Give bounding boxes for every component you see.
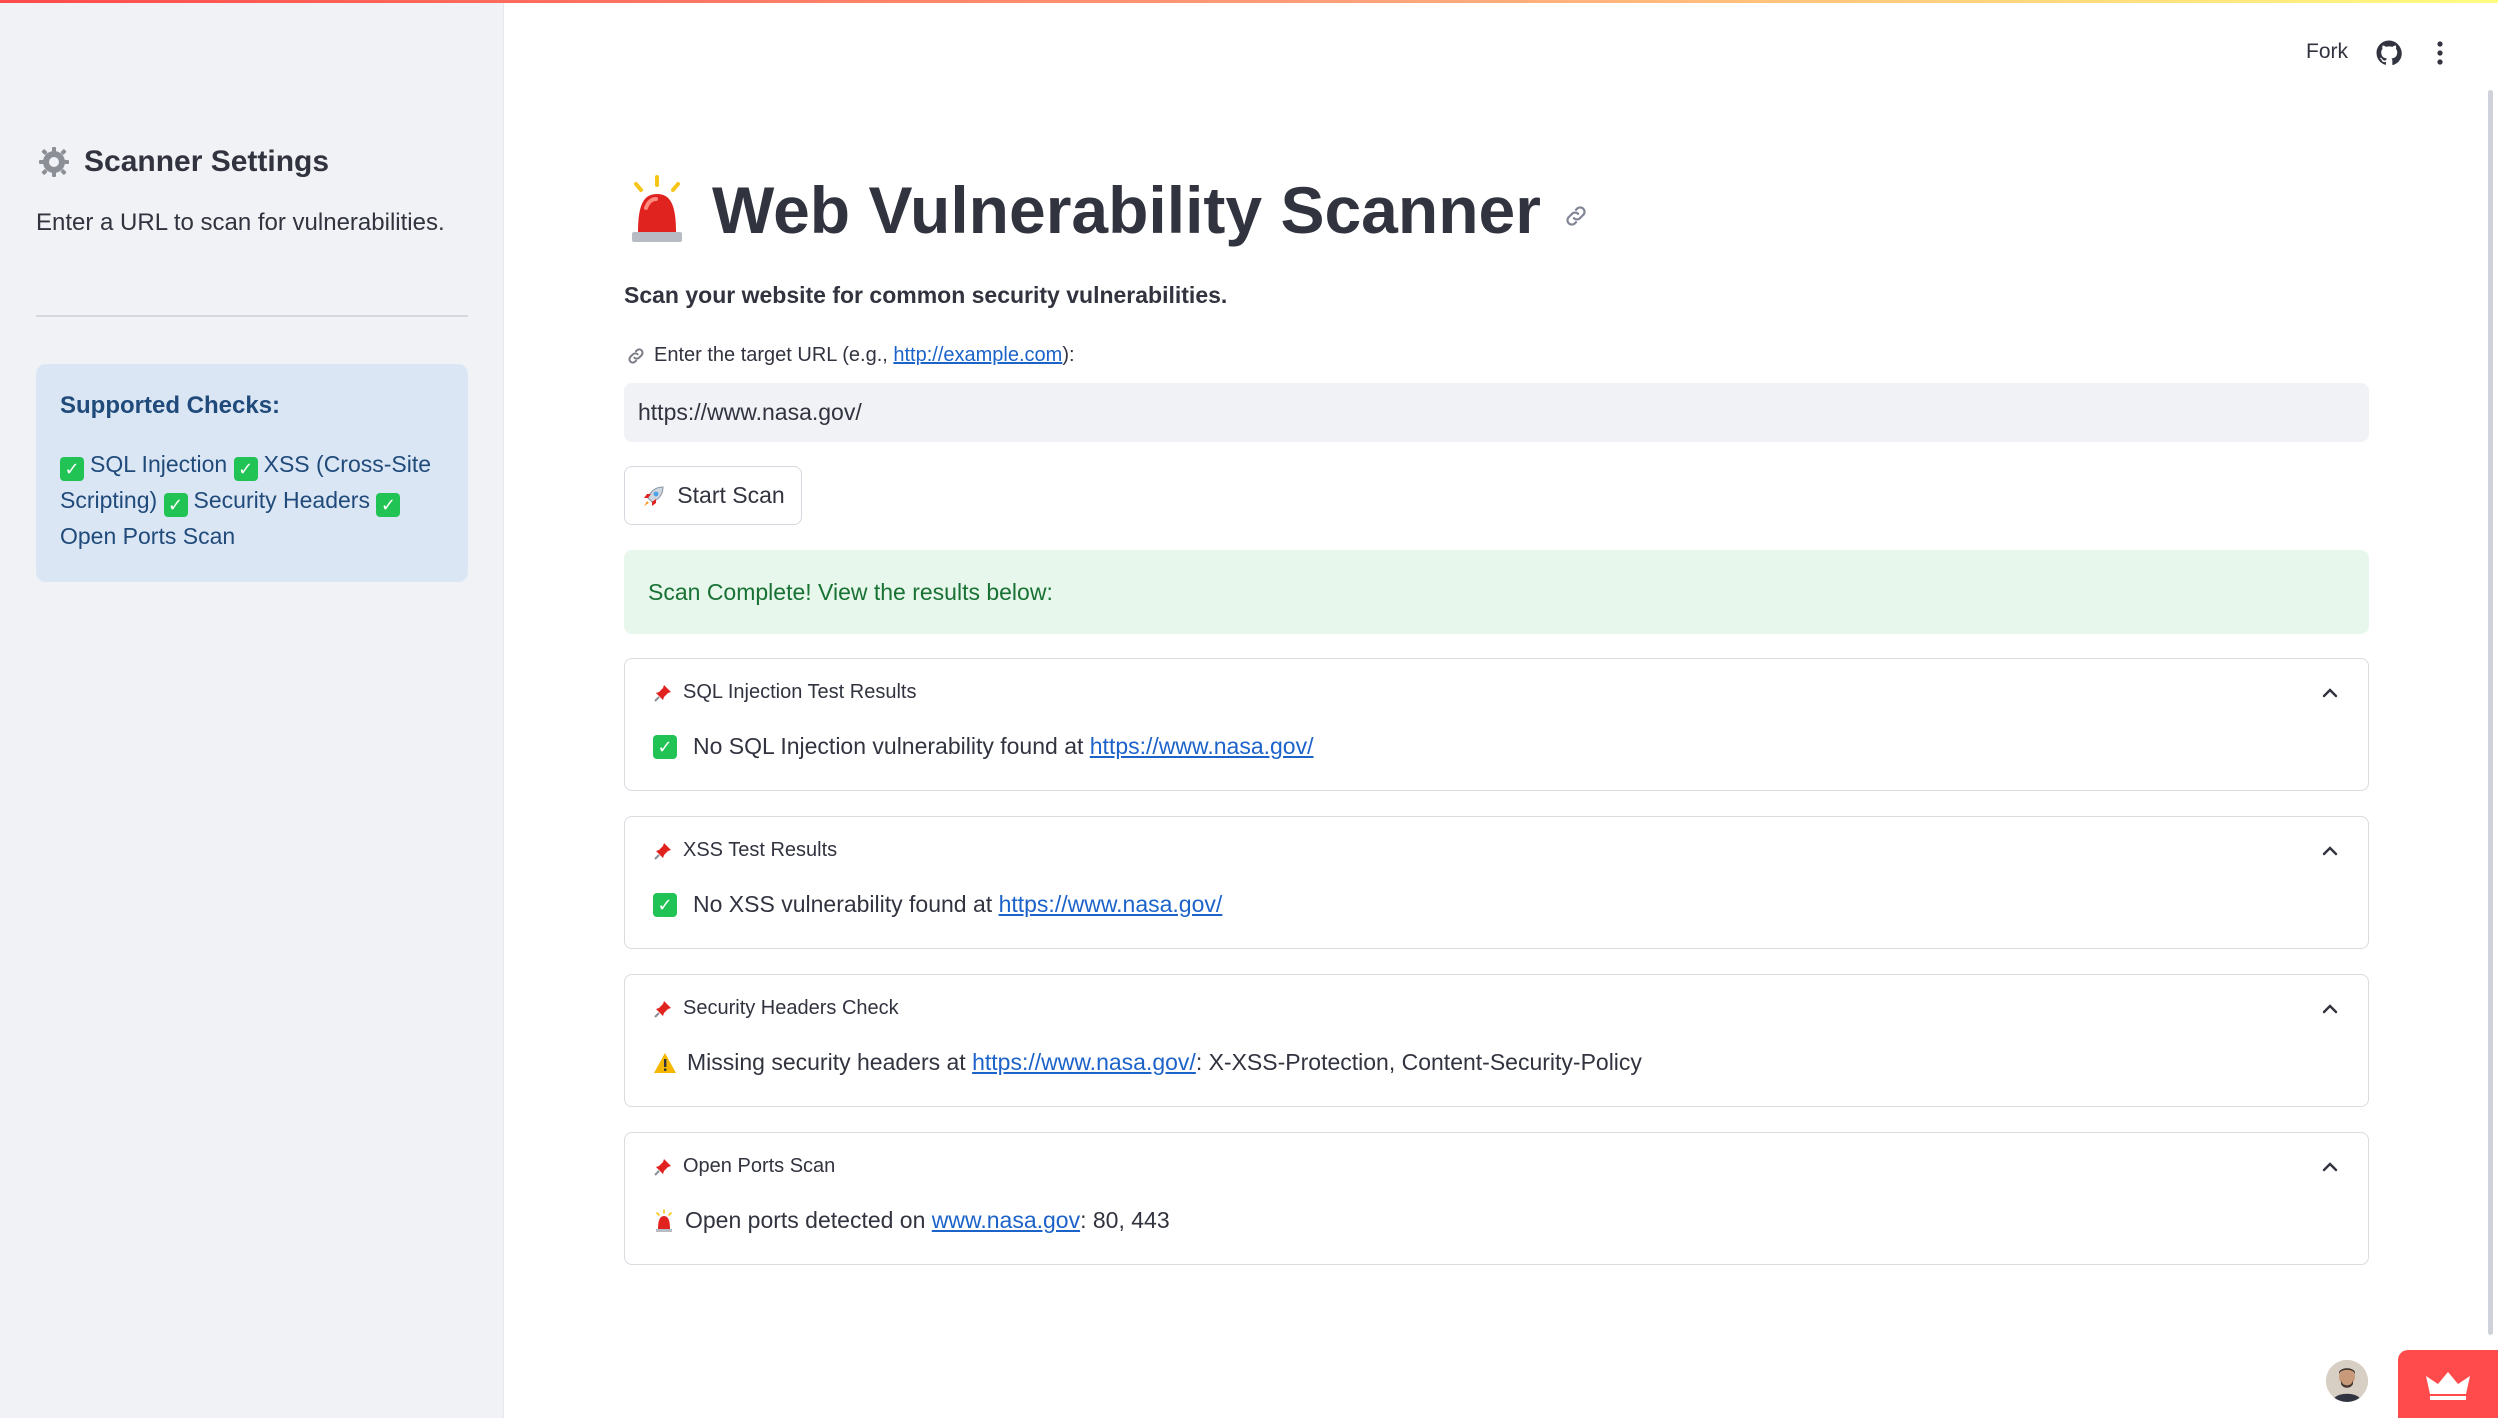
avatar[interactable]: [2326, 1360, 2368, 1402]
check-icon: ✓: [653, 734, 677, 759]
pushpin-icon: [654, 842, 671, 860]
siren-icon: [632, 175, 682, 242]
supported-checks-list: ✓ SQL Injection ✓ XSS (Cross-Site Scriptin…: [60, 446, 444, 554]
pushpin-icon: [654, 1158, 671, 1176]
expander-header[interactable]: SQL Injection Test Results: [653, 681, 916, 704]
result-suffix: : X-XSS-Protection, Content-Security-Pol…: [1195, 1049, 1642, 1075]
user-avatar-icon: [2326, 1360, 2368, 1402]
expander-header[interactable]: XSS Test Results: [653, 839, 837, 862]
scrollbar[interactable]: [2488, 90, 2493, 1335]
result-link[interactable]: https://www.nasa.gov/: [999, 891, 1223, 917]
page-title-row: Web Vulnerability Scanner: [624, 172, 1589, 248]
fork-button[interactable]: Fork: [2306, 40, 2348, 64]
chevron-up-icon[interactable]: [2320, 841, 2340, 861]
expander-header[interactable]: Security Headers Check: [653, 997, 899, 1020]
label-suffix: ):: [1062, 344, 1075, 366]
expander-header[interactable]: Open Ports Scan: [653, 1155, 835, 1178]
check-icon: ✓: [233, 457, 258, 481]
sidebar: Scanner Settings Enter a URL to scan for…: [0, 3, 504, 1418]
check-icon: ✓: [163, 493, 188, 517]
expander-open-ports[interactable]: Open Ports Scan Open ports detected on w…: [624, 1132, 2369, 1265]
result-line: Missing security headers at https://www.…: [653, 1049, 1642, 1076]
expander-title: SQL Injection Test Results: [683, 681, 917, 703]
result-suffix: : 80, 443: [1080, 1207, 1170, 1233]
pushpin-icon: [654, 1000, 671, 1018]
result-text: Open ports detected on: [685, 1207, 932, 1233]
kebab-menu-icon[interactable]: [2432, 38, 2448, 68]
result-text: No SQL Injection vulnerability found at: [693, 733, 1090, 759]
result-line: Open ports detected on www.nasa.gov: 80,…: [653, 1207, 1170, 1234]
sidebar-header: Scanner Settings: [38, 145, 329, 179]
success-message: Scan Complete! View the results below:: [648, 578, 1053, 605]
github-icon[interactable]: [2376, 40, 2402, 66]
expander-security-headers[interactable]: Security Headers Check Missing security …: [624, 974, 2369, 1107]
pushpin-icon: [654, 684, 671, 702]
expander-title: Security Headers Check: [683, 997, 899, 1019]
check-icon: ✓: [60, 457, 84, 481]
start-scan-label: Start Scan: [677, 482, 785, 508]
chevron-up-icon[interactable]: [2320, 683, 2340, 703]
check-item: SQL Injection: [90, 451, 228, 477]
page-title: Web Vulnerability Scanner: [712, 173, 1541, 247]
result-link[interactable]: https://www.nasa.gov/: [1090, 733, 1314, 759]
streamlit-badge-button[interactable]: [2398, 1350, 2498, 1418]
supported-checks-box: Supported Checks: ✓ SQL Injection ✓ XSS (C…: [36, 364, 468, 582]
expander-sql-injection[interactable]: SQL Injection Test Results ✓ No SQL Inje…: [624, 658, 2369, 791]
rocket-icon: [644, 485, 664, 506]
gear-icon: [39, 147, 69, 177]
result-line: ✓ No XSS vulnerability found at https://…: [653, 891, 1222, 918]
url-input-label: Enter the target URL (e.g., http://examp…: [626, 344, 1075, 367]
chevron-up-icon[interactable]: [2320, 999, 2340, 1019]
sidebar-description: Enter a URL to scan for vulnerabilities.: [36, 209, 445, 236]
result-link[interactable]: https://www.nasa.gov/: [972, 1049, 1196, 1075]
check-icon: ✓: [653, 892, 677, 917]
crown-icon: [2426, 1372, 2470, 1400]
sidebar-title: Scanner Settings: [84, 145, 330, 178]
label-prefix: Enter the target URL (e.g.,: [654, 344, 894, 366]
example-link[interactable]: http://example.com: [893, 344, 1062, 366]
target-url-input[interactable]: [624, 383, 2369, 442]
result-text: No XSS vulnerability found at: [693, 891, 999, 917]
result-line: ✓ No SQL Injection vulnerability found a…: [653, 733, 1314, 760]
siren-icon: [656, 1208, 672, 1232]
sidebar-divider: [36, 315, 468, 317]
check-item: Security Headers: [193, 487, 370, 513]
success-alert: Scan Complete! View the results below:: [624, 550, 2369, 634]
page-subtitle: Scan your website for common security vu…: [624, 282, 1228, 308]
result-link[interactable]: www.nasa.gov: [932, 1207, 1080, 1233]
supported-checks-title: Supported Checks:: [60, 392, 281, 419]
expander-xss[interactable]: XSS Test Results ✓ No XSS vulnerability …: [624, 816, 2369, 949]
warning-icon: [654, 1052, 676, 1073]
result-text: Missing security headers at: [687, 1049, 973, 1075]
expander-title: XSS Test Results: [683, 839, 838, 861]
link-icon: [628, 347, 644, 364]
chevron-up-icon[interactable]: [2320, 1157, 2340, 1177]
check-item: Open Ports Scan: [60, 523, 236, 549]
anchor-link-icon[interactable]: [1563, 203, 1589, 229]
start-scan-button[interactable]: Start Scan: [624, 466, 802, 525]
check-icon: ✓: [376, 493, 401, 517]
expander-title: Open Ports Scan: [683, 1155, 836, 1177]
